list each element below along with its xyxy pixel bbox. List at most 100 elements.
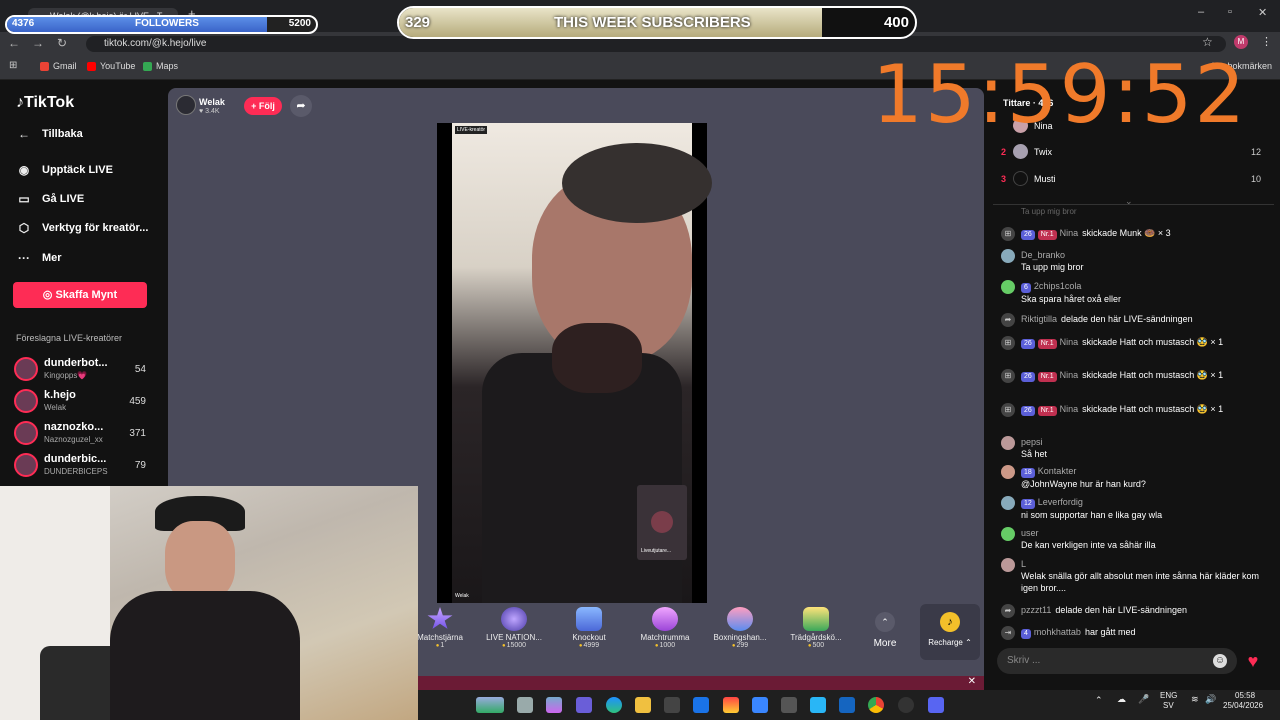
back-link[interactable]: ← Tillbaka [16,127,83,141]
widgets-icon[interactable] [476,697,504,713]
chat-username[interactable]: user [1021,528,1039,538]
taskview-icon[interactable] [517,697,533,713]
recharge-button[interactable]: ♪ Recharge ⌃ [920,604,980,660]
creator-item[interactable]: naznozko... Naznozguzel_xx 371 [14,419,164,447]
teams-icon[interactable] [576,697,592,713]
chat-username[interactable]: pzzzt11 [1021,605,1051,615]
chat-message[interactable]: De_branko Ta upp mig bror [1001,249,1263,273]
app-icon[interactable] [752,697,768,713]
chat-username[interactable]: Nina [1060,228,1079,238]
speaker-icon[interactable]: 🔊 [1205,694,1216,705]
chat-username[interactable]: Nina [1060,370,1079,380]
creator-item[interactable]: dunderbic... DUNDERBICEPS 79 [14,451,164,479]
webcam-chair [40,646,120,720]
chat-message[interactable]: ⊞ 26 Nr.1 Nina skickade Hatt och mustasch 🥸 … [1001,403,1263,417]
sidebar-item-discover-live[interactable]: ◉ Upptäck LIVE [16,163,113,177]
file-explorer-icon[interactable] [635,697,651,713]
chat-message[interactable]: ➦ Riktigtilla delade den här LIVE-sändning… [1001,313,1263,327]
chat-message[interactable]: ⇥ 4 mohkhattab har gått med [1001,626,1263,640]
language-indicator[interactable]: ENG [1160,691,1177,700]
profile-avatar[interactable]: M [1234,35,1248,49]
follow-button[interactable]: + Följ [244,97,282,115]
gift-item[interactable]: Matchtrumma 1000 [629,607,701,661]
chat-username[interactable]: pepsi [1021,437,1043,447]
outlook-icon[interactable] [693,697,709,713]
bookmark-youtube[interactable]: YouTube [87,61,135,71]
chat-username[interactable]: De_branko [1021,250,1065,260]
bookmark-maps[interactable]: Maps [143,61,178,71]
chat-message[interactable]: pepsi Så het [1001,436,1263,460]
back-icon[interactable]: ← [7,36,21,50]
chat-username[interactable]: Nina [1060,404,1079,414]
discord-icon[interactable] [928,697,944,713]
chat-message[interactable]: ⊞ 26 Nr.1 Nina skickade Munk 🍩 × 3 [1001,227,1263,241]
store-icon[interactable] [664,697,680,713]
emoji-icon[interactable]: ☺ [1213,654,1227,668]
chat-input[interactable]: Skriv ... [997,648,1237,674]
wifi-icon[interactable]: ≋ [1191,694,1199,705]
apps-grid-icon[interactable]: ⊞ [9,60,17,71]
viewer-count: 371 [129,428,146,439]
app-icon[interactable] [781,697,797,713]
close-window-icon[interactable]: ✕ [1258,6,1267,19]
level-badge: 18 [1021,468,1035,478]
chat-username[interactable]: mohkhattab [1034,627,1081,637]
maximize-icon[interactable]: ▫ [1228,6,1232,18]
gift-item[interactable]: Knockout 4999 [553,607,625,661]
creator-item[interactable]: k.hejo Welak 459 [14,387,164,415]
clock-date[interactable]: 25/04/2026 [1223,701,1263,710]
bookmark-gmail[interactable]: Gmail [40,61,77,71]
chat-message[interactable]: 12 Leverfordig ni som supportar han e lika… [1001,496,1263,521]
sidebar-item-go-live[interactable]: ▭ Gå LIVE [16,192,84,206]
chat-message[interactable]: 6 2chips1cola Ska spara håret oxå eller [1001,280,1263,305]
get-coins-button[interactable]: ◎ Skaffa Mynt [13,282,147,308]
chat-username[interactable]: 2chips1cola [1034,281,1082,291]
tiktok-logo[interactable]: ♪TikTok [16,94,74,112]
expand-ranking-icon[interactable]: ⌄ [1125,196,1133,207]
chat-message[interactable]: L Welak snälla gör allt absolut men inte … [1001,558,1263,594]
gift-item[interactable]: Trädgårdskö... 500 [780,607,852,661]
chat-placeholder: Skriv ... [1007,655,1041,666]
obs-icon[interactable] [898,697,914,713]
chat-message[interactable]: ➦ pzzzt11 delade den här LIVE-sändningen [1001,604,1263,618]
chat-username[interactable]: Riktigtilla [1021,314,1057,324]
gift-item[interactable]: LIVE NATION... 15000 [478,607,550,661]
keyboard-layout[interactable]: SV [1163,701,1174,710]
gift-item[interactable]: Boxningshan... 299 [704,607,776,661]
ranking-row[interactable]: 2 Twix 12 [1001,144,1261,159]
subs-label: THIS WEEK SUBSCRIBERS [554,14,751,31]
sidebar-item-more[interactable]: ··· Mer [16,251,62,265]
star-gift-icon [427,607,453,629]
chat-message[interactable]: user De kan verkligen inte va såhär illa [1001,527,1263,551]
mic-icon[interactable]: 🎤 [1138,694,1149,705]
chat-username[interactable]: Kontakter [1038,466,1077,476]
more-gifts-button[interactable]: ⌃ More [862,607,908,661]
bookmark-star-icon[interactable]: ☆ [1202,35,1213,49]
chevron-up-icon[interactable]: ⌃ [1095,695,1103,706]
app-icon[interactable] [839,697,855,713]
close-icon[interactable]: ✕ [968,676,976,687]
share-icon[interactable]: ➦ [290,95,312,117]
edge-icon[interactable] [606,697,622,713]
minimize-icon[interactable]: – [1198,6,1204,18]
ranking-row[interactable]: 3 Musti 10 [1001,171,1261,186]
chrome-icon[interactable] [868,697,884,713]
chat-message[interactable]: 18 Kontakter @JohnWayne hur är han kurd? [1001,465,1263,490]
forward-icon[interactable]: → [31,36,45,50]
copilot-icon[interactable] [546,697,562,713]
reload-icon[interactable]: ↻ [55,36,69,50]
creator-item[interactable]: dunderbot... Kingopps💗 54 [14,355,164,383]
chat-message[interactable]: ⊞ 26 Nr.1 Nina skickade Hatt och mustasch 🥸 … [1001,336,1263,350]
chat-username[interactable]: Leverfordig [1038,497,1083,507]
clock-time[interactable]: 05:58 [1235,691,1255,700]
menu-icon[interactable]: ⋮ [1261,35,1272,48]
chat-message[interactable]: ⊞ 26 Nr.1 Nina skickade Hatt och mustasch 🥸 … [1001,369,1263,383]
chrome-variant-icon[interactable] [723,697,739,713]
chat-username[interactable]: Nina [1060,337,1079,347]
app-icon[interactable] [810,697,826,713]
chat-username[interactable]: L [1021,559,1026,569]
heart-icon[interactable]: ♥ [1241,650,1265,672]
guest-pip[interactable]: Liveutjutare... [637,485,687,560]
sidebar-item-creator-tools[interactable]: ⬡ Verktyg för kreatör... [16,221,149,235]
cloud-icon[interactable]: ☁ [1117,694,1126,705]
